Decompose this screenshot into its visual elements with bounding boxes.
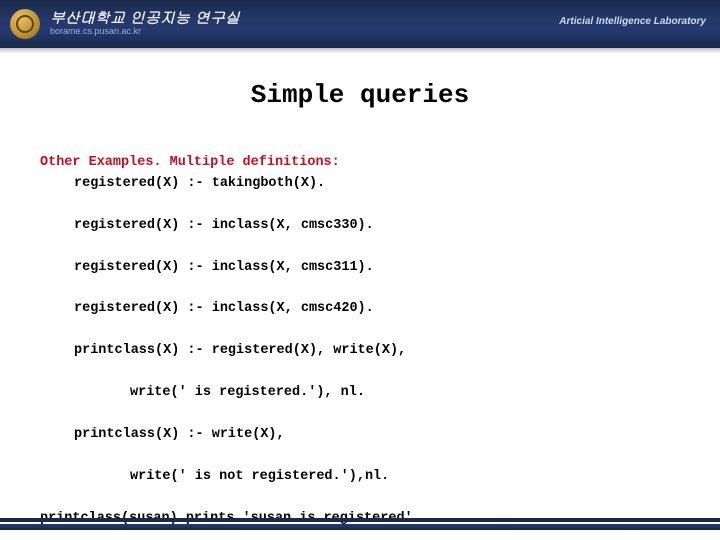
header-title: 부산대학교 인공지능 연구실 xyxy=(50,10,240,25)
slide-content: Other Examples. Multiple definitions: re… xyxy=(40,132,680,540)
logo-inner-icon xyxy=(16,15,34,33)
code-line-cont: write(' is not registered.'),nl. xyxy=(40,467,680,488)
slide-title: Simple queries xyxy=(0,80,720,110)
section-heading-1: Other Examples. Multiple definitions: xyxy=(40,155,340,170)
code-line: printclass(X) :- registered(X), write(X)… xyxy=(40,341,680,362)
code-line: printclass(X) :- write(X), xyxy=(40,425,680,446)
code-line-cont: write(' is registered.'), nl. xyxy=(40,383,680,404)
code-line: registered(X) :- inclass(X, cmsc330). xyxy=(40,216,680,237)
header-right-label: Articial Intelligence Laboratory xyxy=(559,16,706,27)
header-text-block: 부산대학교 인공지능 연구실 borame.cs.pusan.ac.kr xyxy=(50,10,240,38)
code-line: registered(X) :- takingboth(X). xyxy=(40,174,680,195)
logo-icon xyxy=(10,9,40,39)
code-line: registered(X) :- inclass(X, cmsc311). xyxy=(40,258,680,279)
footer-line-2 xyxy=(0,524,720,530)
footer-line-1 xyxy=(0,518,720,522)
footer-bar xyxy=(0,518,720,530)
header-bar: 부산대학교 인공지능 연구실 borame.cs.pusan.ac.kr Art… xyxy=(0,0,720,48)
header-subtitle: borame.cs.pusan.ac.kr xyxy=(50,26,240,38)
code-line: registered(X) :- inclass(X, cmsc420). xyxy=(40,299,680,320)
header-shadow xyxy=(0,48,720,54)
